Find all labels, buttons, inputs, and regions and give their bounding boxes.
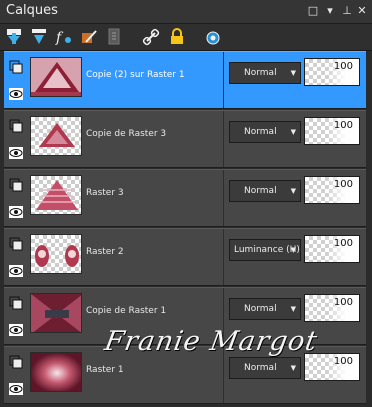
layer-thumbnail xyxy=(30,116,82,156)
layer-thumbnail xyxy=(30,352,82,392)
opacity-value: 100 xyxy=(333,179,353,190)
chevron-down-icon: ▼ xyxy=(290,128,296,136)
new-mask-layer-icon[interactable] xyxy=(79,27,99,47)
layer-name[interactable]: Raster 3 xyxy=(86,188,124,198)
new-vector-layer-icon[interactable] xyxy=(29,27,49,47)
layer-thumbnail xyxy=(30,234,82,274)
blend-mode-value: Normal xyxy=(244,68,277,78)
layer-type-icon[interactable] xyxy=(9,354,23,369)
chevron-down-icon: ▼ xyxy=(290,187,296,195)
opacity-slider[interactable]: 100 xyxy=(304,58,360,86)
opacity-slider[interactable]: 100 xyxy=(304,294,360,322)
panel-titlebar: Calques □ ▾ ⊥ ✕ xyxy=(0,0,372,24)
panel-title: Calques xyxy=(6,3,58,18)
blend-mode-select[interactable]: Normal ▼ xyxy=(229,298,301,320)
blend-mode-select[interactable]: Normal ▼ xyxy=(229,121,301,143)
link-icon[interactable] xyxy=(141,27,161,47)
new-adjustment-layer-icon[interactable]: f xyxy=(54,27,74,47)
svg-text:f: f xyxy=(55,30,64,46)
layer-row-copie-de-raster-3[interactable]: Copie de Raster 3 Normal ▼ 100 xyxy=(4,110,366,168)
blend-mode-value: Normal xyxy=(244,127,277,137)
pin-icon[interactable]: ⊥ xyxy=(340,3,354,19)
layer-name[interactable]: Raster 2 xyxy=(86,247,124,257)
divider xyxy=(223,52,224,108)
blend-mode-value: Normal xyxy=(244,304,277,314)
layer-type-icon[interactable] xyxy=(9,295,23,310)
layer-name[interactable]: Raster 1 xyxy=(86,365,124,375)
divider xyxy=(223,229,224,285)
new-raster-layer-icon[interactable] xyxy=(4,27,24,47)
layer-name[interactable]: Copie de Raster 1 xyxy=(86,306,166,316)
chevron-down-icon: ▼ xyxy=(290,305,296,313)
opacity-value: 100 xyxy=(333,356,353,367)
lock-icon[interactable] xyxy=(167,27,187,47)
opacity-value: 100 xyxy=(333,297,353,308)
layer-thumbnail xyxy=(30,175,82,215)
opacity-value: 100 xyxy=(333,238,353,249)
blend-mode-select[interactable]: Normal ▼ xyxy=(229,180,301,202)
blend-mode-select[interactable]: Normal ▼ xyxy=(229,62,301,84)
eye-icon[interactable] xyxy=(9,262,23,277)
divider xyxy=(223,170,224,226)
chevron-down-icon: ▼ xyxy=(290,246,296,254)
eye-icon[interactable] xyxy=(9,144,23,159)
divider xyxy=(223,111,224,167)
layer-row-copie-2-sur-raster-1[interactable]: Copie (2) sur Raster 1 Normal ▼ 100 xyxy=(4,51,366,109)
opacity-slider[interactable]: 100 xyxy=(304,235,360,263)
close-icon[interactable]: ✕ xyxy=(355,3,369,19)
new-group-icon[interactable] xyxy=(104,27,124,47)
eye-icon[interactable] xyxy=(9,380,23,395)
eye-icon[interactable] xyxy=(9,203,23,218)
opacity-slider[interactable]: 100 xyxy=(304,353,360,381)
opacity-value: 100 xyxy=(333,61,353,72)
chevron-down-icon: ▼ xyxy=(290,364,296,372)
opacity-value: 100 xyxy=(333,120,353,131)
blend-mode-select[interactable]: Luminance (H) ▼ xyxy=(229,239,301,261)
watermark-signature: Franie Margot xyxy=(102,326,321,357)
eye-icon[interactable] xyxy=(9,85,23,100)
restore-icon[interactable]: □ xyxy=(306,3,320,19)
blend-mode-value: Normal xyxy=(244,363,277,373)
eye-icon[interactable] xyxy=(9,321,23,336)
blend-mode-select[interactable]: Normal ▼ xyxy=(229,357,301,379)
layers-toolbar: f xyxy=(0,24,372,51)
highlight-icon[interactable] xyxy=(203,27,223,47)
layer-type-icon[interactable] xyxy=(9,118,23,133)
chevron-down-icon: ▼ xyxy=(290,69,296,77)
layer-row-raster-3[interactable]: Raster 3 Normal ▼ 100 xyxy=(4,169,366,227)
opacity-slider[interactable]: 100 xyxy=(304,117,360,145)
layer-type-icon[interactable] xyxy=(9,177,23,192)
layer-thumbnail xyxy=(30,57,82,97)
layer-row-raster-2[interactable]: Raster 2 Luminance (H) ▼ 100 xyxy=(4,228,366,286)
menu-chevron-icon[interactable]: ▾ xyxy=(323,3,337,19)
blend-mode-value: Normal xyxy=(244,186,277,196)
layer-name[interactable]: Copie de Raster 3 xyxy=(86,129,166,139)
layer-type-icon[interactable] xyxy=(9,236,23,251)
layer-thumbnail xyxy=(30,293,82,333)
layer-name[interactable]: Copie (2) sur Raster 1 xyxy=(86,70,185,80)
layer-type-icon[interactable] xyxy=(9,59,23,74)
opacity-slider[interactable]: 100 xyxy=(304,176,360,204)
